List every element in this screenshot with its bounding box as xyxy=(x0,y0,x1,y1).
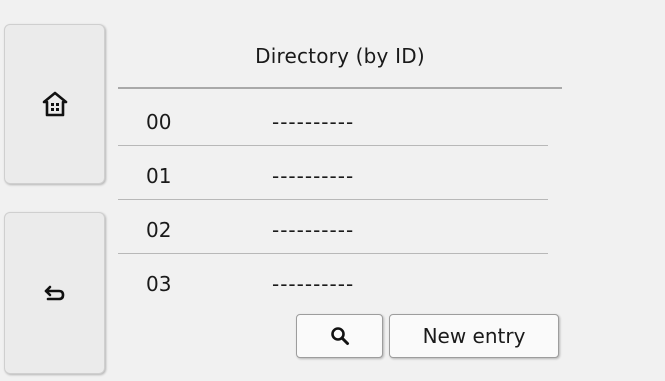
new-entry-button[interactable]: New entry xyxy=(389,314,559,358)
search-button[interactable] xyxy=(296,314,383,358)
entry-id: 02 xyxy=(146,218,172,242)
entry-name: ---------- xyxy=(272,272,355,296)
back-arrow-icon xyxy=(44,285,64,301)
entry-id: 03 xyxy=(146,272,172,296)
home-button[interactable] xyxy=(4,24,105,184)
entry-name: ---------- xyxy=(272,164,355,188)
directory-list[interactable]: 00 ---------- 01 ---------- 02 ---------… xyxy=(118,92,548,296)
list-item[interactable]: 03 ---------- xyxy=(118,254,548,296)
entry-id: 01 xyxy=(146,164,172,188)
entry-id: 00 xyxy=(146,110,172,134)
device-screen: Directory (by ID) 00 ---------- 01 -----… xyxy=(0,0,665,381)
entry-name: ---------- xyxy=(272,218,355,242)
back-button[interactable] xyxy=(4,212,105,374)
home-icon xyxy=(42,91,67,117)
page-title: Directory (by ID) xyxy=(255,44,425,68)
new-entry-label: New entry xyxy=(422,324,526,348)
list-item[interactable]: 01 ---------- xyxy=(118,146,548,200)
list-item[interactable]: 02 ---------- xyxy=(118,200,548,254)
list-item[interactable]: 00 ---------- xyxy=(118,92,548,146)
search-icon xyxy=(330,327,349,345)
entry-name: ---------- xyxy=(272,110,355,134)
title-divider xyxy=(118,87,562,89)
